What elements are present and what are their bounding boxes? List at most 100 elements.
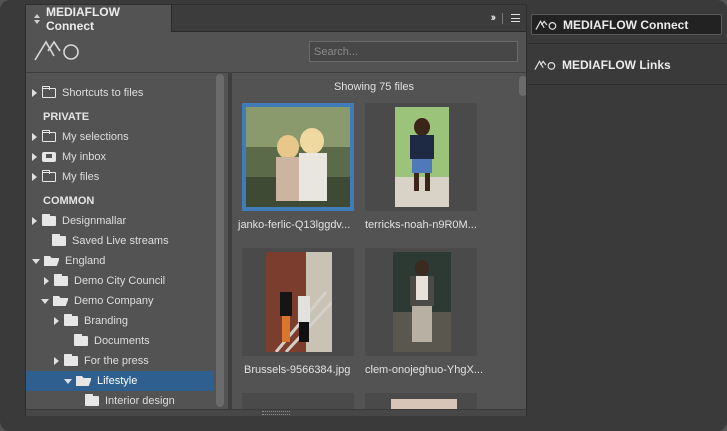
tree-item[interactable]: Interior design	[75, 391, 175, 409]
photo-man-image	[393, 252, 451, 352]
tree-item-label: Designmallar	[62, 215, 127, 227]
expand-arrow-icon[interactable]	[32, 133, 37, 141]
folder-icon	[74, 334, 88, 346]
dock-item-label: MEDIAFLOW Connect	[563, 17, 689, 32]
file-name: clem-onojeghuo-YhgX...	[365, 364, 484, 376]
photo-boy-image	[395, 107, 449, 207]
file-thumbnail[interactable]	[242, 393, 354, 409]
folder-open-icon	[44, 256, 59, 266]
file-thumbnail[interactable]	[242, 103, 354, 211]
grid-scrollbar[interactable]	[518, 73, 526, 409]
tree-item[interactable]: Saved Live streams	[42, 231, 169, 251]
collapse-arrow-icon[interactable]	[64, 378, 72, 384]
expand-arrow-icon[interactable]	[44, 277, 49, 285]
file-name: terricks-noah-n9R0M...	[365, 219, 477, 231]
file-name: janko-ferlic-Q13lggdv...	[238, 219, 351, 231]
app-window: MEDIAFLOW Connect ›› Shortcuts to files P…	[0, 0, 727, 431]
file-thumbnail[interactable]	[365, 248, 477, 356]
scroll-thumb[interactable]	[216, 74, 224, 407]
tree-item[interactable]: My selections	[32, 127, 129, 147]
dock-item-label: MEDIAFLOW Links	[562, 57, 671, 72]
tree-item[interactable]: My inbox	[32, 147, 106, 167]
tree-item[interactable]: England	[32, 251, 105, 271]
tree-item[interactable]: My files	[32, 167, 99, 187]
tree-item-label: My inbox	[62, 151, 107, 163]
tree-item[interactable]: For the press	[54, 351, 149, 371]
folder-icon	[42, 170, 56, 182]
drag-handle-icon[interactable]	[34, 13, 40, 24]
folder-open-icon	[53, 296, 68, 306]
tree-item-label: For the press	[84, 355, 149, 367]
tree-item[interactable]: Demo City Council	[44, 271, 165, 291]
expand-arrow-icon[interactable]	[54, 357, 59, 365]
collapse-arrow-icon[interactable]	[41, 298, 49, 304]
mediaflow-logo-icon	[534, 59, 556, 70]
section-heading: PRIVATE	[43, 111, 90, 123]
tree-item-label: Demo City Council	[74, 275, 166, 287]
tree-item-label: Saved Live streams	[72, 235, 169, 247]
photo-couple-image	[266, 252, 332, 352]
expand-arrow-icon[interactable]	[32, 173, 37, 181]
section-heading: COMMON	[43, 195, 95, 207]
collapse-arrow-icon[interactable]	[32, 258, 40, 264]
folder-open-icon	[76, 376, 91, 386]
tab-label: MEDIAFLOW Connect	[45, 4, 120, 33]
tree-item[interactable]: Lifestyle	[26, 371, 214, 391]
divider	[502, 12, 503, 24]
tree-item[interactable]: Branding	[54, 311, 128, 331]
tree-item-label: Lifestyle	[97, 375, 138, 387]
tab-mediaflow-connect[interactable]: MEDIAFLOW Connect	[26, 4, 172, 33]
tree-item-label: England	[65, 255, 106, 267]
tree-item-label: Demo Company	[74, 295, 154, 307]
panel-header	[26, 33, 526, 73]
file-thumbnail[interactable]	[242, 248, 354, 356]
dock-item-highlight: MEDIAFLOW Connect	[531, 14, 722, 35]
file-count-status: Showing 75 files	[333, 81, 415, 93]
search-input[interactable]	[309, 41, 518, 62]
resize-bar[interactable]	[26, 409, 526, 416]
tree-item-label: My selections	[62, 131, 129, 143]
tree-item-label: Documents	[94, 335, 150, 347]
folder-icon	[64, 354, 78, 366]
tree-item-label: Shortcuts to files	[62, 87, 144, 99]
folder-icon	[85, 394, 99, 406]
tree-item[interactable]: Documents	[64, 331, 150, 351]
tree-item-label: My files	[62, 171, 100, 183]
inbox-icon	[42, 152, 56, 162]
file-thumbnail[interactable]	[365, 393, 477, 409]
folder-icon	[52, 234, 66, 246]
folder-icon	[42, 214, 56, 226]
panel-tab-bar: MEDIAFLOW Connect ››	[26, 4, 526, 33]
scroll-thumb[interactable]	[519, 76, 526, 96]
expand-arrow-icon[interactable]	[32, 217, 37, 225]
tree-item[interactable]: Shortcuts to files	[32, 83, 143, 103]
photo-partial-image	[391, 399, 457, 409]
dock-item-mediaflow-links[interactable]: MEDIAFLOW Links	[528, 45, 727, 85]
tree-item-label: Interior design	[105, 395, 175, 407]
panel-dock: MEDIAFLOW Connect MEDIAFLOW Links	[528, 4, 727, 431]
folder-icon	[54, 274, 68, 286]
file-name: Brussels-9566384.jpg	[244, 364, 351, 376]
expand-arrow-icon[interactable]	[54, 317, 59, 325]
folder-icon	[42, 130, 56, 142]
folder-icon	[64, 314, 78, 326]
panel-menu-icon[interactable]	[511, 14, 520, 22]
file-grid: Showing 75 files janko-ferlic-Q13lggdv..…	[232, 73, 526, 409]
photo-kids-image	[246, 107, 350, 207]
panel-controls: ››	[491, 12, 520, 24]
expand-arrow-icon[interactable]	[32, 89, 37, 97]
file-thumbnail[interactable]	[365, 103, 477, 211]
tree-item[interactable]: Designmallar	[32, 211, 126, 231]
tree-item-label: Branding	[84, 315, 129, 327]
resize-grip-icon[interactable]	[262, 411, 290, 415]
collapse-icon[interactable]: ››	[491, 12, 497, 24]
mediaflow-connect-panel: MEDIAFLOW Connect ›› Shortcuts to files P…	[25, 4, 527, 416]
folder-icon	[42, 86, 56, 98]
mediaflow-logo-icon	[535, 19, 557, 30]
tree-item[interactable]: Demo Company	[41, 291, 153, 311]
dock-item-mediaflow-connect[interactable]: MEDIAFLOW Connect	[528, 4, 727, 44]
tree-scrollbar[interactable]	[215, 73, 225, 409]
folder-tree: Shortcuts to files PRIVATE My selections My…	[26, 73, 228, 409]
expand-arrow-icon[interactable]	[32, 153, 37, 161]
mediaflow-logo-icon	[34, 40, 79, 61]
